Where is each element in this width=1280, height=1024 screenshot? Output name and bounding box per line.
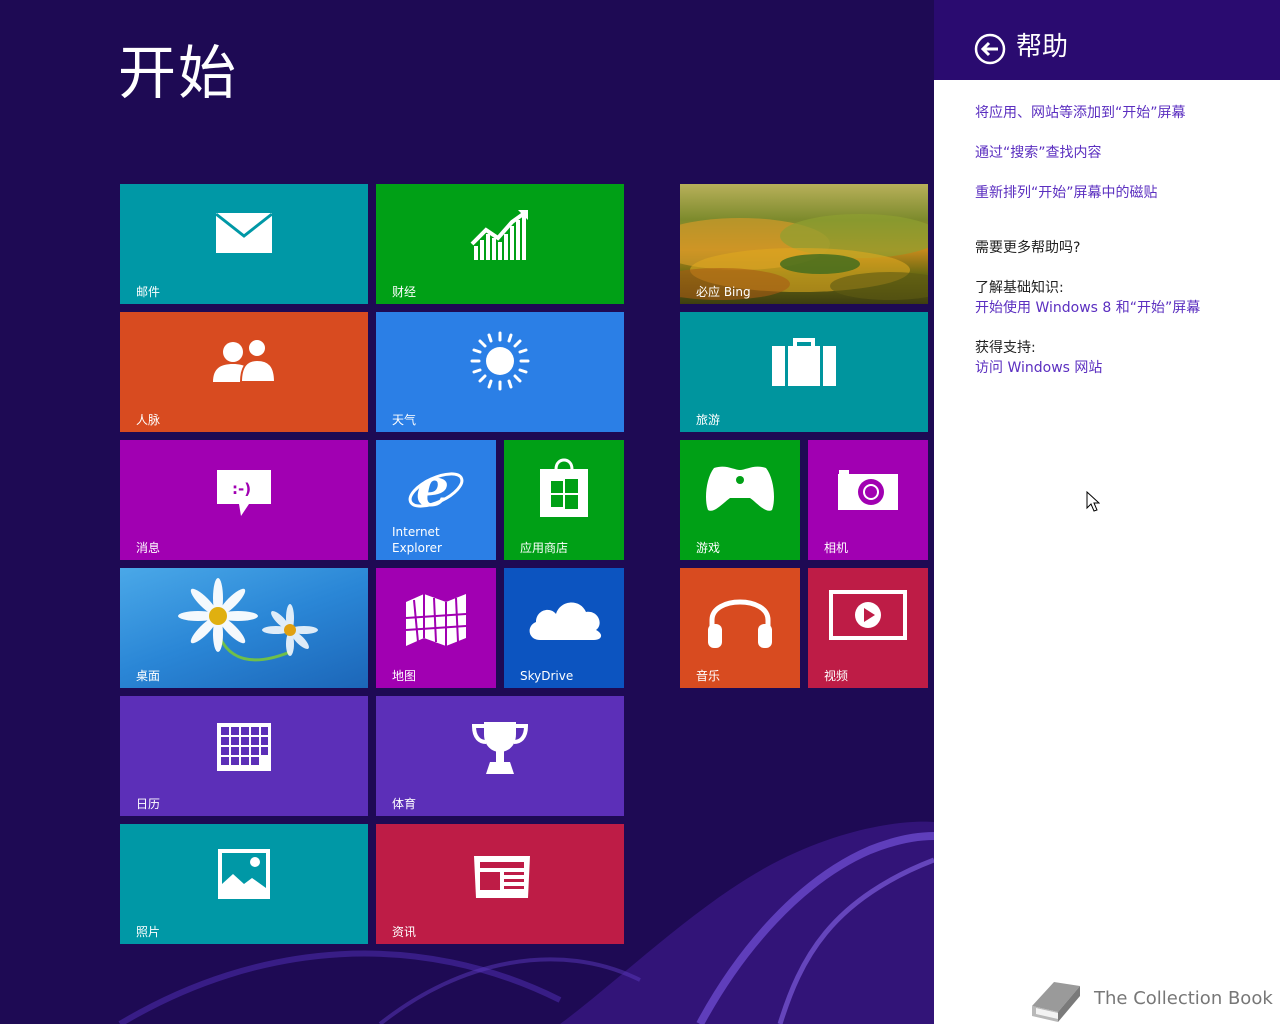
watermark-text: The Collection Book — [1094, 988, 1273, 1009]
map-icon — [405, 594, 467, 646]
tile-label: 音乐 — [696, 669, 721, 683]
tile-skydrive[interactable]: SkyDrive — [504, 568, 624, 688]
tile-camera[interactable]: 相机 — [808, 440, 928, 560]
chart-icon — [470, 210, 528, 260]
help-pane-header: 帮助 — [934, 0, 1280, 80]
camera-icon — [838, 470, 898, 510]
tile-messaging[interactable]: :-) 消息 — [120, 440, 368, 560]
tile-label: Internet Explorer — [392, 525, 442, 555]
people-icon — [213, 338, 277, 383]
back-arrow-icon[interactable] — [974, 33, 1006, 65]
headphones-icon — [708, 599, 772, 648]
tile-video[interactable]: 视频 — [808, 568, 928, 688]
mail-icon — [215, 212, 273, 253]
start-screen: 开始 邮件 财经 必应 Bing 人脉 天气 旅游:-) 消息 e Inter… — [0, 0, 934, 1024]
help-link-add-apps[interactable]: 将应用、网站等添加到“开始”屏幕 — [975, 103, 1186, 123]
help-link-rearrange-tiles[interactable]: 重新排列“开始”屏幕中的磁贴 — [975, 183, 1158, 203]
tile-label: 天气 — [392, 413, 417, 427]
tile-label: 照片 — [136, 925, 161, 939]
more-help-heading: 需要更多帮助吗? — [975, 240, 1081, 256]
xbox-controller-icon — [706, 466, 774, 511]
sun-icon — [470, 331, 530, 391]
tile-label: 体育 — [392, 797, 417, 811]
svg-text::-): :-) — [232, 480, 251, 498]
support-label: 获得支持: — [975, 340, 1036, 356]
tile-label: 邮件 — [136, 285, 161, 299]
mouse-cursor-icon — [1086, 491, 1100, 512]
tile-label: 日历 — [136, 797, 161, 811]
tile-finance[interactable]: 财经 — [376, 184, 624, 304]
book-icon — [1032, 982, 1080, 1022]
tile-people[interactable]: 人脉 — [120, 312, 368, 432]
tile-travel[interactable]: 旅游 — [680, 312, 928, 432]
tile-label: 视频 — [824, 669, 849, 683]
svg-text:e: e — [416, 460, 449, 519]
video-player-icon — [829, 590, 907, 640]
tile-label: 相机 — [824, 541, 849, 555]
store-bag-icon — [540, 458, 588, 517]
tile-label: 地图 — [392, 669, 417, 683]
tile-news[interactable]: 资讯 — [376, 824, 624, 944]
tile-maps[interactable]: 地图 — [376, 568, 496, 688]
tile-label: 消息 — [136, 541, 161, 555]
internet-explorer-icon: e — [408, 460, 464, 519]
tile-label: SkyDrive — [520, 669, 574, 683]
tile-weather[interactable]: 天气 — [376, 312, 624, 432]
tile-calendar[interactable]: 日历 — [120, 696, 368, 816]
tile-label: 应用商店 — [520, 541, 569, 555]
calendar-icon — [217, 723, 271, 771]
help-link-search[interactable]: 通过“搜索”查找内容 — [975, 143, 1102, 163]
tile-label: 游戏 — [696, 541, 721, 555]
suitcase-icon — [772, 338, 836, 386]
tile-photos[interactable]: 照片 — [120, 824, 368, 944]
tile-bing[interactable]: 必应 Bing — [680, 184, 928, 304]
photo-icon — [218, 849, 270, 899]
tile-label: 桌面 — [136, 669, 161, 683]
tile-internet-explorer[interactable]: e Internet Explorer — [376, 440, 496, 560]
basics-link[interactable]: 开始使用 Windows 8 和“开始”屏幕 — [975, 298, 1200, 318]
start-title: 开始 — [118, 39, 239, 107]
tile-games[interactable]: 游戏 — [680, 440, 800, 560]
tile-label: 财经 — [392, 285, 417, 299]
basics-label: 了解基础知识: — [975, 280, 1064, 296]
tile-desktop[interactable]: 桌面 — [120, 568, 368, 688]
tile-music[interactable]: 音乐 — [680, 568, 800, 688]
tile-label: 必应 Bing — [696, 285, 751, 299]
support-link[interactable]: 访问 Windows 网站 — [975, 358, 1102, 378]
watermark: The Collection Book — [1028, 976, 1273, 1024]
help-pane: 帮助 将应用、网站等添加到“开始”屏幕 通过“搜索”查找内容 重新排列“开始”屏… — [934, 0, 1280, 1024]
tile-sports[interactable]: 体育 — [376, 696, 624, 816]
tile-store[interactable]: 应用商店 — [504, 440, 624, 560]
tile-label: 资讯 — [392, 925, 417, 939]
cloud-icon — [529, 602, 602, 640]
trophy-icon — [471, 722, 529, 774]
tile-label: 旅游 — [696, 413, 721, 427]
tile-label: 人脉 — [136, 413, 161, 427]
help-pane-title: 帮助 — [1016, 32, 1069, 62]
chat-bubble-icon: :-) — [217, 470, 271, 516]
tile-mail[interactable]: 邮件 — [120, 184, 368, 304]
newspaper-icon — [474, 856, 530, 898]
